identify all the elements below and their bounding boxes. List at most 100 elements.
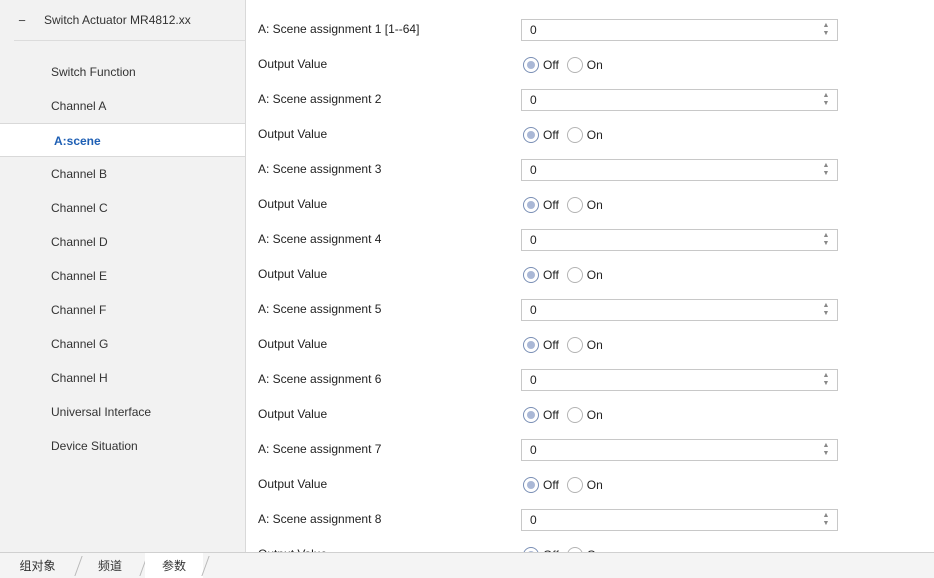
radio-off-circle[interactable] [523, 476, 539, 493]
radio-on[interactable]: On [566, 56, 603, 73]
spin-up-icon[interactable]: ▲ [823, 232, 830, 240]
tree-root-device[interactable]: − Switch Actuator MR4812.xx [0, 0, 245, 40]
spin-arrows: ▲ ▼ [819, 90, 833, 110]
radio-on-label: On [586, 407, 603, 422]
tab-channels[interactable]: 频道 [80, 553, 140, 578]
scene-assignment-label: A: Scene assignment 2 [258, 92, 382, 106]
output-value-radio-group: Off On [523, 117, 611, 152]
radio-on-circle[interactable] [566, 266, 583, 283]
device-name-label: Switch Actuator MR4812.xx [44, 13, 191, 27]
scene-number-spinbox[interactable]: 0 ▲ ▼ [521, 229, 838, 251]
scene-number-value[interactable]: 0 [522, 443, 819, 457]
radio-on[interactable]: On [566, 476, 603, 493]
radio-off[interactable]: Off [523, 56, 559, 73]
spin-up-icon[interactable]: ▲ [823, 512, 830, 520]
spin-down-icon[interactable]: ▼ [823, 100, 830, 108]
radio-on[interactable]: On [566, 336, 603, 353]
radio-off[interactable]: Off [523, 196, 559, 213]
tab-group-objects[interactable]: 组对象 [0, 553, 75, 578]
radio-off[interactable]: Off [523, 476, 559, 493]
radio-on[interactable]: On [566, 406, 603, 423]
scene-assignment-row: A: Scene assignment 1 [1--64] 0 ▲ ▼ [247, 12, 934, 47]
spin-down-icon[interactable]: ▼ [823, 380, 830, 388]
sidebar-item-a-scene[interactable]: A:scene [0, 123, 245, 157]
radio-off-circle[interactable] [523, 56, 539, 73]
spin-arrows: ▲ ▼ [819, 510, 833, 530]
scene-number-spinbox[interactable]: 0 ▲ ▼ [521, 439, 838, 461]
radio-on-circle[interactable] [566, 336, 583, 353]
spin-down-icon[interactable]: ▼ [823, 450, 830, 458]
spin-up-icon[interactable]: ▲ [823, 302, 830, 310]
spin-down-icon[interactable]: ▼ [823, 310, 830, 318]
radio-off[interactable]: Off [523, 126, 559, 143]
spin-up-icon[interactable]: ▲ [823, 442, 830, 450]
sidebar-item-switch-function[interactable]: Switch Function [0, 55, 245, 89]
output-value-label: Output Value [258, 57, 328, 71]
scene-number-spinbox[interactable]: 0 ▲ ▼ [521, 369, 838, 391]
output-value-row: Output Value Off On [247, 327, 934, 362]
output-value-radio-group: Off On [523, 327, 611, 362]
sidebar-item-channel-c[interactable]: Channel C [0, 191, 245, 225]
scene-number-value[interactable]: 0 [522, 233, 819, 247]
radio-off-circle[interactable] [523, 266, 539, 283]
scene-number-value[interactable]: 0 [522, 373, 819, 387]
scene-number-spinbox[interactable]: 0 ▲ ▼ [521, 159, 838, 181]
scene-number-spinbox[interactable]: 0 ▲ ▼ [521, 509, 838, 531]
spin-up-icon[interactable]: ▲ [823, 372, 830, 380]
scene-assignment-row: A: Scene assignment 7 0 ▲ ▼ [247, 432, 934, 467]
scene-number-value[interactable]: 0 [522, 513, 819, 527]
spin-up-icon[interactable]: ▲ [823, 92, 830, 100]
radio-on[interactable]: On [566, 126, 603, 143]
collapse-icon[interactable]: − [16, 13, 28, 28]
radio-off[interactable]: Off [523, 266, 559, 283]
scene-number-value[interactable]: 0 [522, 303, 819, 317]
radio-off-circle[interactable] [523, 126, 539, 143]
scene-number-value[interactable]: 0 [522, 93, 819, 107]
scene-number-value[interactable]: 0 [522, 23, 819, 37]
output-value-label: Output Value [258, 337, 328, 351]
scene-number-value[interactable]: 0 [522, 163, 819, 177]
radio-off[interactable]: Off [523, 336, 559, 353]
radio-on-circle[interactable] [566, 476, 583, 493]
output-value-radio-group: Off On [523, 397, 611, 432]
tab-parameters[interactable]: 参数 [145, 553, 203, 578]
radio-on-circle[interactable] [566, 126, 583, 143]
spin-up-icon[interactable]: ▲ [823, 22, 830, 30]
output-value-row: Output Value Off On [247, 467, 934, 502]
radio-on[interactable]: On [566, 196, 603, 213]
radio-on-label: On [586, 477, 603, 492]
output-value-label: Output Value [258, 477, 328, 491]
radio-off-label: Off [543, 267, 559, 282]
radio-off[interactable]: Off [523, 406, 559, 423]
sidebar-item-channel-e[interactable]: Channel E [0, 259, 245, 293]
radio-off-circle[interactable] [523, 336, 539, 353]
scene-number-spinbox[interactable]: 0 ▲ ▼ [521, 299, 838, 321]
radio-off-circle[interactable] [523, 196, 539, 213]
scene-number-spinbox[interactable]: 0 ▲ ▼ [521, 19, 838, 41]
output-value-label: Output Value [258, 197, 328, 211]
radio-on[interactable]: On [566, 266, 603, 283]
sidebar-item-channel-b[interactable]: Channel B [0, 157, 245, 191]
scene-number-spinbox[interactable]: 0 ▲ ▼ [521, 89, 838, 111]
sidebar-item-universal-interface[interactable]: Universal Interface [0, 395, 245, 429]
spin-down-icon[interactable]: ▼ [823, 170, 830, 178]
sidebar-item-channel-a[interactable]: Channel A [0, 89, 245, 123]
radio-on-circle[interactable] [566, 406, 583, 423]
spin-arrows: ▲ ▼ [819, 160, 833, 180]
sidebar-item-channel-d[interactable]: Channel D [0, 225, 245, 259]
output-value-radio-group: Off On [523, 257, 611, 292]
sidebar-item-channel-g[interactable]: Channel G [0, 327, 245, 361]
output-value-radio-group: Off On [523, 187, 611, 222]
radio-on-circle[interactable] [566, 196, 583, 213]
radio-on-circle[interactable] [566, 56, 583, 73]
radio-off-label: Off [543, 127, 559, 142]
spin-up-icon[interactable]: ▲ [823, 162, 830, 170]
spin-down-icon[interactable]: ▼ [823, 240, 830, 248]
sidebar-item-channel-h[interactable]: Channel H [0, 361, 245, 395]
radio-off-circle[interactable] [523, 406, 539, 423]
sidebar-item-channel-f[interactable]: Channel F [0, 293, 245, 327]
spin-down-icon[interactable]: ▼ [823, 30, 830, 38]
sidebar-item-device-situation[interactable]: Device Situation [0, 429, 245, 463]
spin-arrows: ▲ ▼ [819, 300, 833, 320]
spin-down-icon[interactable]: ▼ [823, 520, 830, 528]
